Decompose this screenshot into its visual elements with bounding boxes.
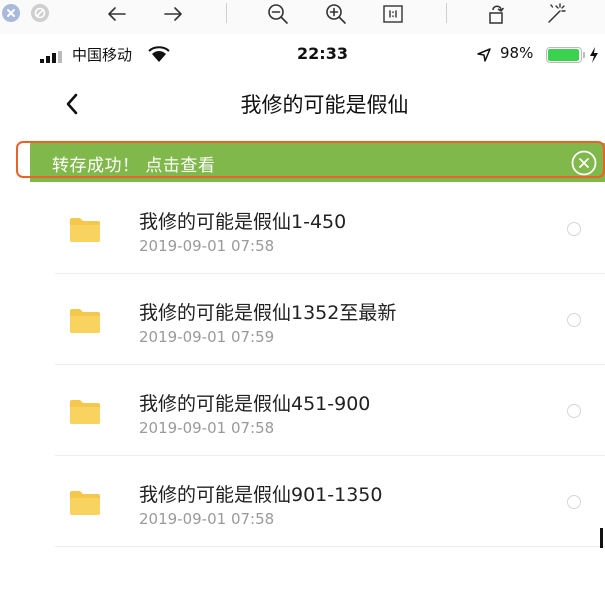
minimize-window-icon[interactable] [31, 4, 49, 22]
viewer-toolbar [0, 0, 605, 34]
file-name[interactable]: 我修的可能是假仙1-450 [139, 207, 346, 234]
battery-cap [583, 52, 585, 58]
battery-percentage: 98% [500, 44, 534, 62]
file-date: 2019-09-01 07:59 [139, 328, 275, 346]
folder-icon [70, 309, 100, 333]
back-arrow-icon[interactable] [104, 1, 130, 27]
folder-icon [70, 491, 100, 515]
zoom-in-icon[interactable] [323, 1, 349, 27]
select-radio[interactable] [567, 313, 581, 327]
actual-size-icon[interactable] [380, 1, 406, 27]
select-radio[interactable] [567, 222, 581, 236]
file-name[interactable]: 我修的可能是假仙901-1350 [139, 480, 382, 507]
magic-wand-icon[interactable] [543, 1, 569, 27]
edge-mark [600, 528, 603, 548]
file-name[interactable]: 我修的可能是假仙451-900 [139, 389, 370, 416]
banner-text[interactable]: 转存成功！ 点击查看 [52, 151, 215, 176]
folder-icon [70, 218, 100, 242]
close-circle-icon[interactable] [570, 149, 598, 177]
forward-arrow-icon[interactable] [160, 1, 186, 27]
file-name[interactable]: 我修的可能是假仙1352至最新 [139, 298, 396, 325]
charging-bolt-icon [590, 47, 598, 63]
toolbar-separator [226, 3, 227, 23]
file-list-item[interactable]: 我修的可能是假仙1352至最新 2019-09-01 07:59 [55, 274, 605, 365]
battery-fill [548, 49, 580, 61]
file-date: 2019-09-01 07:58 [139, 237, 275, 255]
select-radio[interactable] [567, 404, 581, 418]
rotate-icon[interactable] [484, 1, 510, 27]
close-window-icon[interactable] [2, 4, 20, 22]
location-arrow-icon [477, 48, 491, 62]
toolbar-separator [446, 3, 447, 23]
page-title: 我修的可能是假仙 [240, 93, 409, 117]
file-list-item[interactable]: 我修的可能是假仙1-450 2019-09-01 07:58 [55, 183, 605, 274]
folder-icon [70, 400, 100, 424]
file-date: 2019-09-01 07:58 [139, 510, 275, 528]
zoom-out-icon[interactable] [265, 1, 291, 27]
battery-icon [546, 47, 582, 63]
file-date: 2019-09-01 07:58 [139, 419, 275, 437]
success-banner[interactable]: 转存成功！ 点击查看 [30, 143, 605, 182]
file-list-item[interactable]: 我修的可能是假仙901-1350 2019-09-01 07:58 [55, 456, 605, 547]
select-radio[interactable] [567, 495, 581, 509]
file-list-item[interactable]: 我修的可能是假仙451-900 2019-09-01 07:58 [55, 365, 605, 456]
